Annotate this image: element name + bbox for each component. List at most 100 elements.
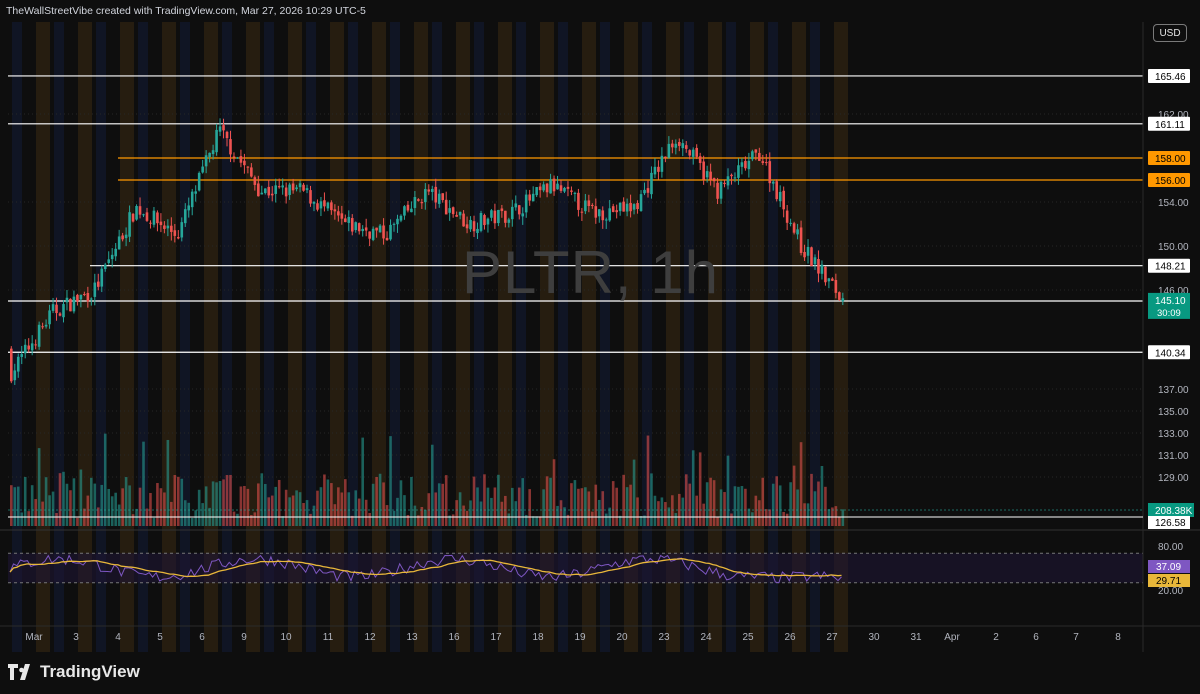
candle[interactable] [149,222,152,224]
candle[interactable] [747,160,751,170]
candle[interactable] [497,209,500,224]
candle[interactable] [225,131,229,139]
candle[interactable] [330,202,333,211]
candle[interactable] [250,167,253,177]
candle[interactable] [542,184,545,191]
candle[interactable] [427,189,431,192]
candle[interactable] [145,212,149,221]
candle[interactable] [841,298,845,302]
candle[interactable] [187,205,191,211]
candle[interactable] [103,264,107,270]
candle[interactable] [65,297,69,303]
candle[interactable] [758,152,761,161]
candle[interactable] [344,218,347,223]
candle[interactable] [754,149,758,153]
candle[interactable] [364,227,368,231]
candle[interactable] [639,194,643,211]
candle[interactable] [437,193,441,204]
candle[interactable] [20,354,24,357]
candle[interactable] [455,214,458,217]
candle[interactable] [591,205,594,207]
candle[interactable] [96,281,100,287]
tradingview-footer[interactable]: TradingView [8,658,140,686]
candle[interactable] [166,225,170,229]
candle[interactable] [778,191,782,202]
candle[interactable] [260,192,264,195]
candle[interactable] [688,150,692,156]
candle[interactable] [660,155,664,172]
candle[interactable] [702,161,705,180]
candle[interactable] [309,190,312,204]
candle[interactable] [691,149,695,157]
candle[interactable] [23,344,27,354]
candle[interactable] [385,237,389,241]
candle[interactable] [490,210,493,218]
candle[interactable] [827,278,831,282]
candle[interactable] [719,181,723,199]
candle[interactable] [410,208,413,213]
candle[interactable] [163,225,166,229]
candle[interactable] [570,190,573,192]
candle[interactable] [674,143,678,148]
candle[interactable] [775,181,779,200]
candle[interactable] [511,206,514,220]
candle[interactable] [100,268,104,287]
candle[interactable] [834,280,838,293]
candle[interactable] [444,199,448,215]
candle[interactable] [737,165,740,178]
candle[interactable] [434,186,438,203]
candle[interactable] [785,210,789,223]
candle[interactable] [552,178,556,192]
candle[interactable] [44,324,48,327]
candle[interactable] [110,254,114,260]
candle[interactable] [698,156,702,164]
candle[interactable] [632,204,636,210]
candle[interactable] [281,185,284,188]
candle[interactable] [177,237,180,239]
candle[interactable] [803,251,806,258]
candle[interactable] [563,187,566,192]
candle[interactable] [636,203,639,210]
candle[interactable] [291,183,295,191]
candle[interactable] [472,221,476,232]
candle[interactable] [375,227,378,231]
candle[interactable] [396,218,399,225]
candle[interactable] [824,266,827,283]
candle[interactable] [782,190,785,210]
candle[interactable] [333,209,337,212]
candle[interactable] [535,187,538,196]
candle[interactable] [190,191,194,208]
candle[interactable] [232,156,236,158]
candle[interactable] [761,161,765,164]
candle[interactable] [152,210,156,225]
candle[interactable] [30,343,34,351]
candle[interactable] [316,203,319,210]
candle[interactable] [695,147,698,157]
candle[interactable] [615,210,618,213]
candle[interactable] [337,211,340,216]
candle[interactable] [584,200,587,212]
candle[interactable] [817,258,820,274]
candle[interactable] [371,228,375,240]
candle[interactable] [246,166,250,168]
candle[interactable] [420,202,424,204]
candle[interactable] [399,215,403,221]
candle[interactable] [810,247,813,267]
candle[interactable] [504,210,507,223]
candle[interactable] [556,183,559,190]
candle[interactable] [723,182,726,185]
candle[interactable] [430,188,434,192]
candle[interactable] [413,197,417,208]
candle[interactable] [517,205,521,215]
candle[interactable] [566,186,570,189]
candle[interactable] [424,189,427,203]
candle[interactable] [218,126,222,132]
candle[interactable] [524,194,528,213]
candle[interactable] [361,228,364,232]
candle[interactable] [406,204,410,211]
candle[interactable] [382,225,385,239]
candle[interactable] [684,145,688,149]
candle[interactable] [197,172,201,191]
candle[interactable] [69,298,72,312]
candle[interactable] [476,228,479,233]
